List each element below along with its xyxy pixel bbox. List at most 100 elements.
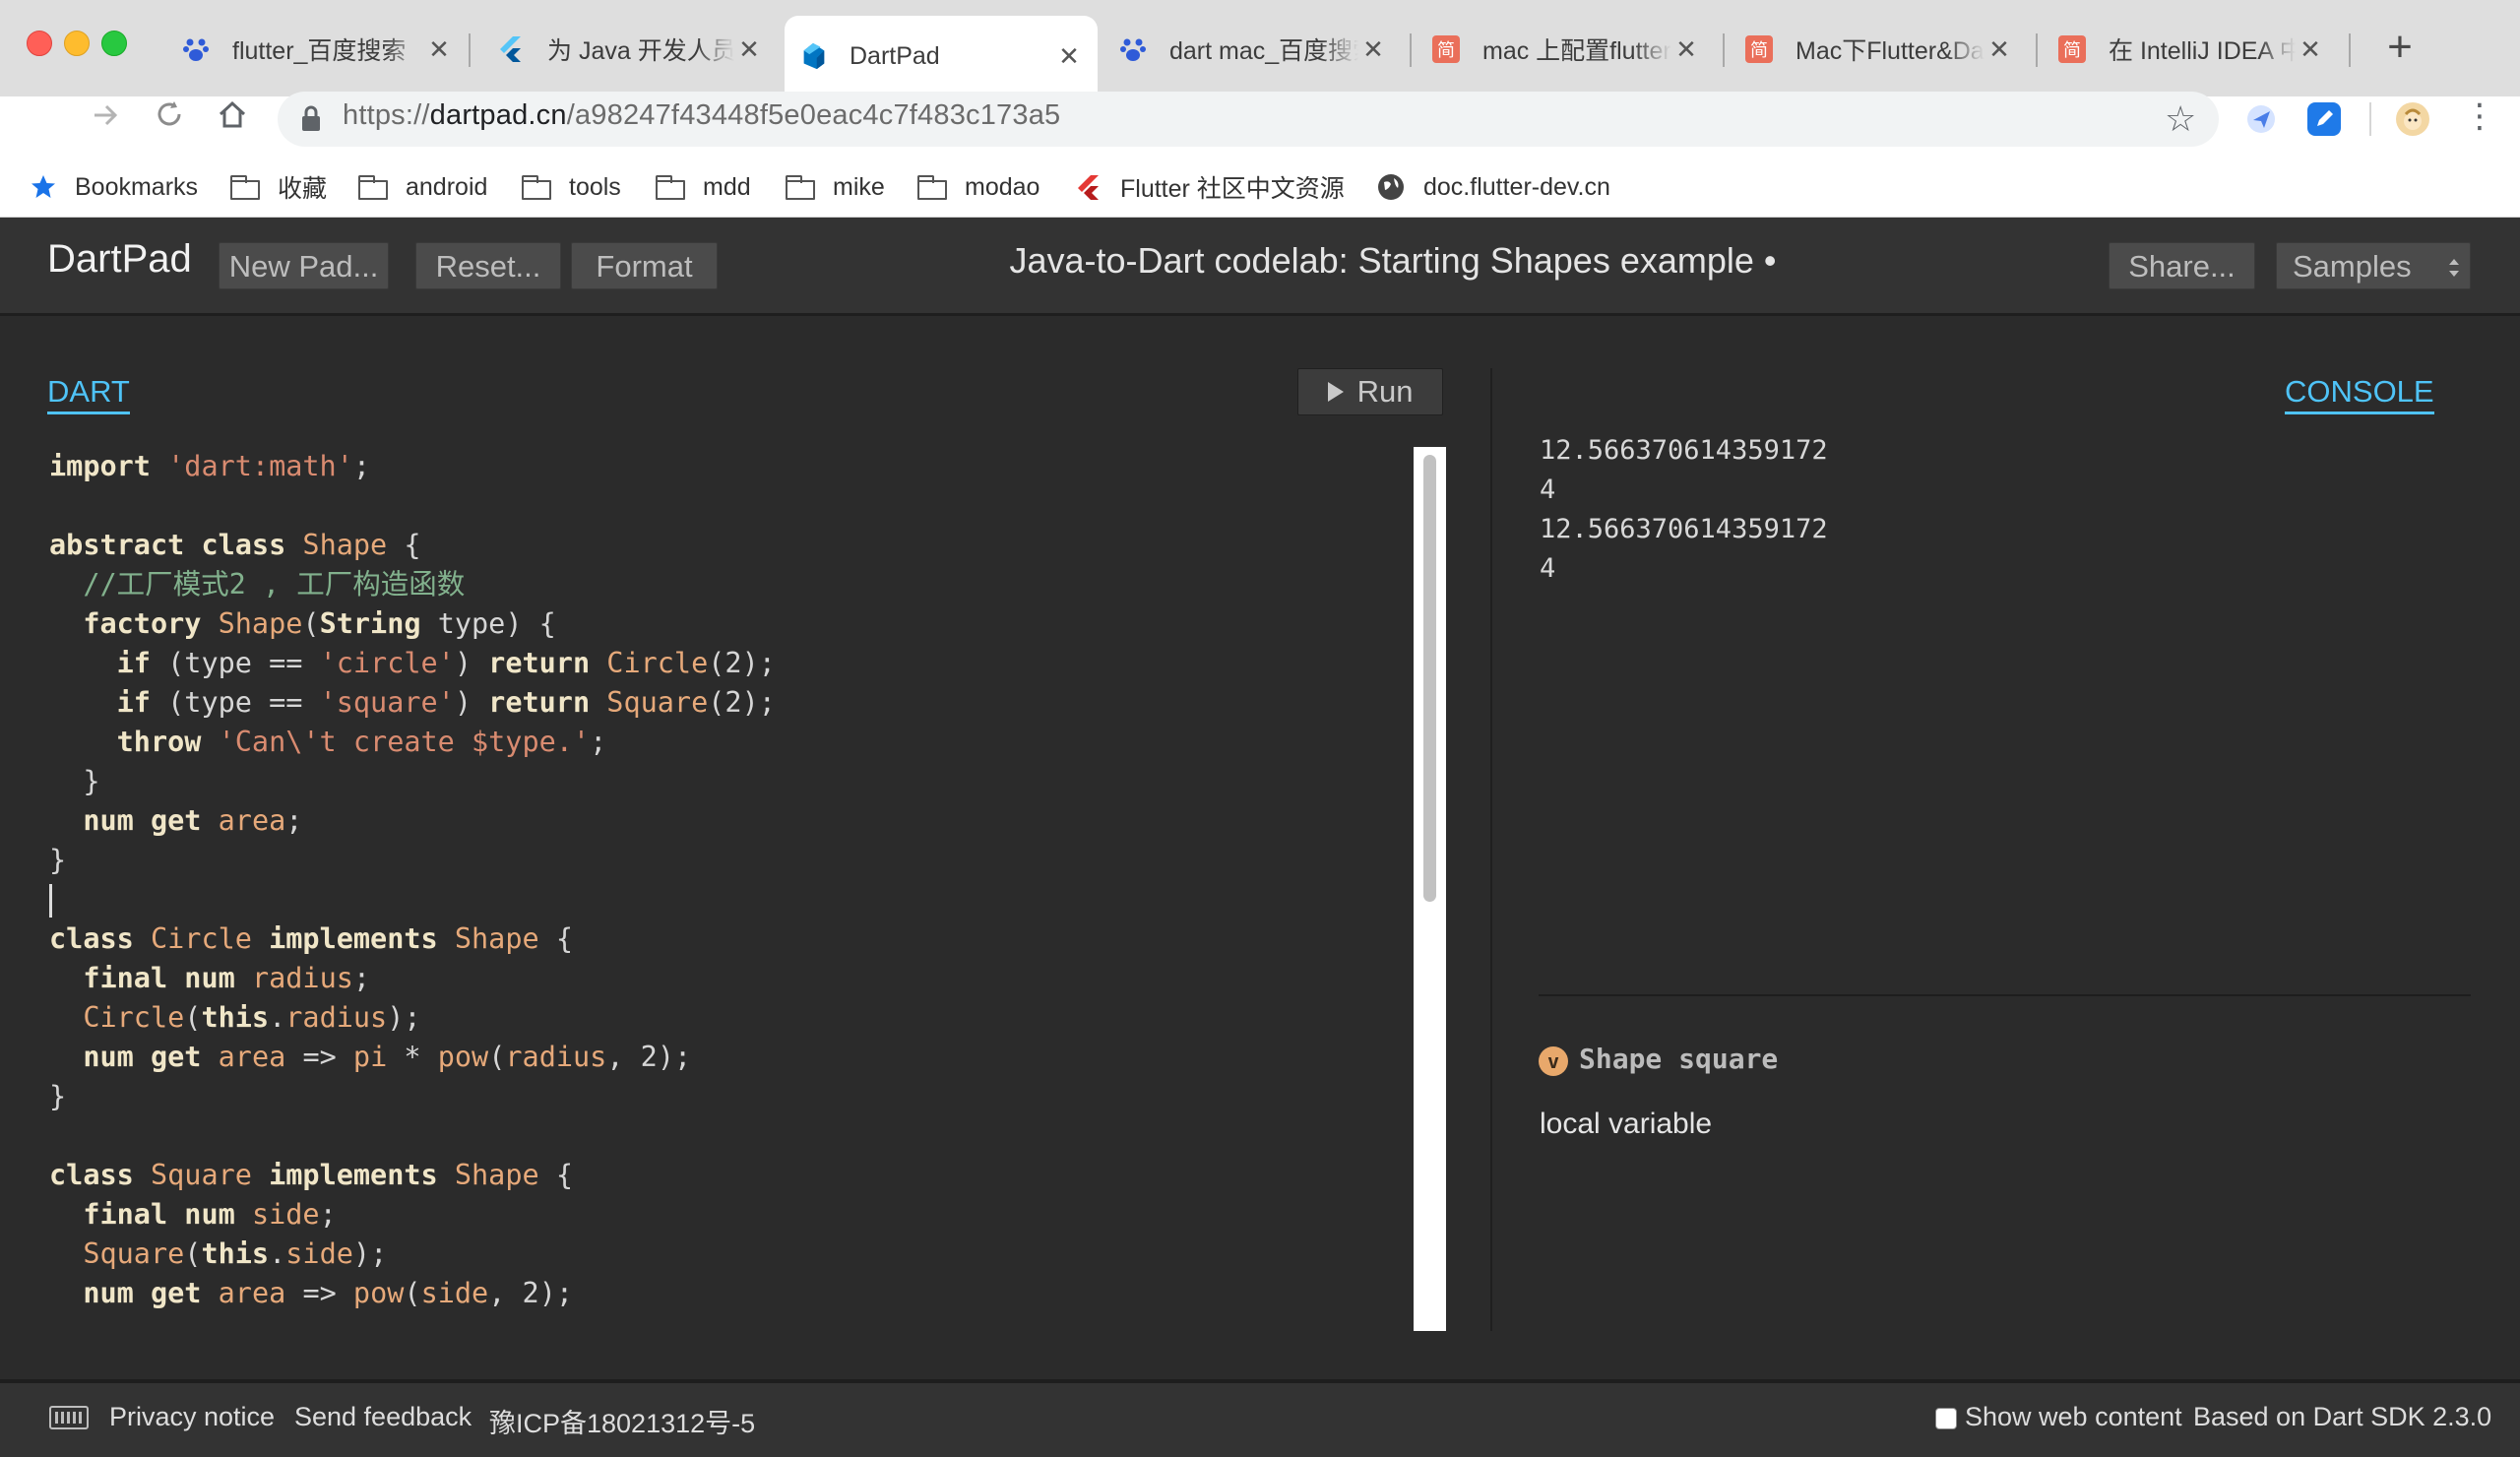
bookmark-folder-modao[interactable]: modao (917, 165, 1040, 209)
code-token: ) (454, 686, 489, 719)
show-web-content-checkbox[interactable] (1935, 1408, 1957, 1429)
svg-text:简: 简 (2063, 40, 2081, 61)
code-line[interactable] (49, 486, 776, 526)
code-token: (2); (708, 686, 776, 719)
code-token: 'square' (319, 686, 455, 719)
tab-close-icon[interactable]: ✕ (1671, 34, 1701, 65)
new-tab-button[interactable]: + (2374, 22, 2426, 73)
code-line[interactable] (49, 1116, 776, 1156)
show-web-content-label[interactable]: Show web content (1965, 1402, 2182, 1432)
profile-avatar[interactable] (2396, 102, 2429, 136)
tab-mac-flutter-dart[interactable]: 简 Mac下Flutter&Dart ✕ (1731, 18, 2028, 81)
tab-close-icon[interactable]: ✕ (734, 34, 764, 65)
panel-splitter[interactable] (1490, 368, 1492, 1331)
code-line[interactable]: class Square implements Shape { (49, 1156, 776, 1195)
url-host: dartpad.cn (429, 99, 567, 131)
bookmark-flutter-dev-doc[interactable]: doc.flutter-dev.cn (1376, 165, 1610, 209)
bookmark-folder-android[interactable]: android (358, 165, 487, 209)
minimize-window-button[interactable] (64, 31, 90, 56)
bookmark-bookmarks[interactable]: Bookmarks (30, 165, 198, 209)
code-line[interactable]: } (49, 1077, 776, 1116)
tab-intellij-idea[interactable]: 简 在 IntelliJ IDEA 中 ✕ (2044, 18, 2339, 81)
code-line[interactable]: factory Shape(String type) { (49, 604, 776, 644)
share-button[interactable]: Share... (2109, 242, 2255, 289)
browser-menu-icon[interactable]: ⋮ (2463, 98, 2496, 134)
select-arrows-icon (2449, 259, 2459, 277)
keyboard-icon[interactable] (49, 1406, 89, 1429)
bookmark-folder-shoucang[interactable]: 收藏 (230, 165, 327, 209)
code-line[interactable]: num get area; (49, 801, 776, 841)
bookmark-folder-tools[interactable]: tools (522, 165, 621, 209)
code-line[interactable]: //工厂模式2 , 工厂构造函数 (49, 565, 776, 604)
send-feedback-link[interactable]: Send feedback (294, 1402, 472, 1432)
extension-vpn-icon[interactable] (2244, 102, 2278, 136)
code-line[interactable]: Square(this.side); (49, 1235, 776, 1274)
code-line[interactable]: } (49, 841, 776, 880)
home-button[interactable] (209, 95, 256, 143)
editor-scroll-thumb[interactable] (1423, 455, 1436, 902)
code-token: num (83, 1041, 134, 1073)
tab-mac-flutter-config[interactable]: 简 mac 上配置flutter ✕ (1418, 18, 1715, 81)
url-text[interactable]: https://dartpad.cn/a98247f43448f5e0eac4c… (343, 99, 1060, 132)
code-line[interactable]: final num side; (49, 1195, 776, 1235)
tab-dart[interactable]: DART (47, 374, 130, 414)
code-token: 'circle' (319, 647, 455, 679)
code-line[interactable]: class Circle implements Shape { (49, 919, 776, 959)
extension-edit-icon[interactable] (2307, 102, 2341, 136)
svg-text:简: 简 (1750, 40, 1768, 61)
code-line[interactable]: } (49, 762, 776, 801)
code-line[interactable]: import 'dart:math'; (49, 447, 776, 486)
code-line[interactable]: final num radius; (49, 959, 776, 998)
bookmark-flutter-community[interactable]: Flutter 社区中文资源 (1075, 165, 1345, 209)
bookmark-folder-mdd[interactable]: mdd (656, 165, 751, 209)
zoom-window-button[interactable] (101, 31, 127, 56)
code-line[interactable]: if (type == 'square') return Square(2); (49, 683, 776, 723)
tab-dart-mac-baidu[interactable]: dart mac_百度搜索 ✕ (1104, 18, 1402, 81)
tab-flutter-baidu[interactable]: flutter_百度搜索 ✕ (167, 18, 468, 81)
tab-dartpad[interactable]: DartPad ✕ (785, 16, 1098, 96)
code-token: { (387, 529, 421, 561)
code-token: Shape (454, 922, 539, 955)
icp-link[interactable]: 豫ICP备18021312号-5 (489, 1402, 755, 1440)
code-token: num (83, 1277, 134, 1309)
code-line[interactable]: num get area => pi * pow(radius, 2); (49, 1038, 776, 1077)
tab-close-icon[interactable]: ✕ (1358, 34, 1388, 65)
code-token: ( (302, 607, 320, 640)
forward-button[interactable] (82, 95, 129, 143)
code-token: 'Can\'t create $type.' (218, 726, 591, 758)
code-line[interactable]: abstract class Shape { (49, 526, 776, 565)
bookmark-label: doc.flutter-dev.cn (1423, 172, 1610, 201)
bookmark-star-icon[interactable]: ☆ (2165, 98, 2196, 140)
svg-text:简: 简 (1437, 40, 1455, 61)
privacy-notice-link[interactable]: Privacy notice (109, 1402, 275, 1432)
code-token: //工厂模式2 , 工厂构造函数 (83, 568, 466, 601)
code-token: ; (352, 962, 371, 994)
code-token: ; (352, 450, 371, 482)
code-line[interactable]: if (type == 'circle') return Circle(2); (49, 644, 776, 683)
tab-close-icon[interactable]: ✕ (2296, 34, 2325, 65)
code-line[interactable] (49, 880, 776, 919)
tab-close-icon[interactable]: ✕ (1054, 41, 1084, 72)
code-token: } (49, 1080, 67, 1112)
tab-close-icon[interactable]: ✕ (1984, 34, 2014, 65)
samples-select[interactable]: Samples (2276, 242, 2471, 289)
code-token: area (218, 804, 286, 837)
code-line[interactable]: num get area => pow(side, 2); (49, 1274, 776, 1313)
tab-java-dart-guide[interactable]: 为 Java 开发人员准备的 Dart 指南 ✕ (482, 18, 778, 81)
code-editor[interactable]: import 'dart:math'; abstract class Shape… (49, 447, 776, 1313)
code-token: Circle (150, 922, 252, 955)
run-button[interactable]: Run (1297, 368, 1443, 415)
code-token: pi (352, 1041, 388, 1073)
bookmark-label: mdd (703, 172, 751, 201)
code-line[interactable]: throw 'Can\'t create $type.'; (49, 723, 776, 762)
tab-console[interactable]: CONSOLE (2285, 374, 2434, 414)
tab-close-icon[interactable]: ✕ (424, 34, 454, 65)
code-line[interactable]: Circle(this.radius); (49, 998, 776, 1038)
bookmark-folder-mike[interactable]: mike (786, 165, 885, 209)
reload-button[interactable] (146, 95, 193, 143)
close-window-button[interactable] (27, 31, 52, 56)
